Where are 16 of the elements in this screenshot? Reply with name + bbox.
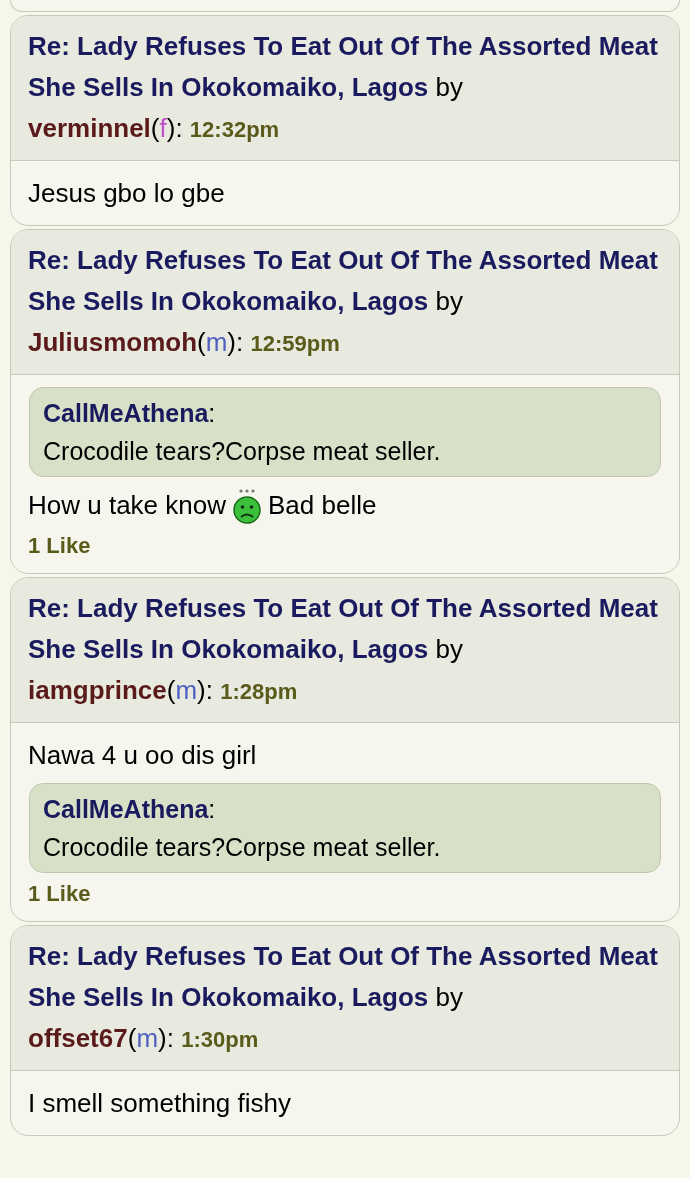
quote-text: Crocodile tears?Corpse meat seller. [43,436,442,467]
quote-author: CallMeAthena: [43,398,216,429]
post-text: Jesus gbo lo gbe [28,177,225,210]
confused-face-icon [232,487,262,525]
post-text: I smell something fishy [28,1087,291,1120]
post-text: How u take know [28,489,226,522]
post-text: Nawa 4 u oo dis girl [28,739,257,772]
post-header: Re: Lady Refuses To Eat Out Of The Assorted Meat She Sells In Okokomaiko, Lagos by verminnel(f): 12:32pm [11,16,679,161]
post-text: Bad belle [268,489,377,522]
quote-text: Crocodile tears?Corpse meat seller. [43,832,442,863]
like-count[interactable]: 1 Like [28,881,91,906]
like-count[interactable]: 1 Like [28,533,91,558]
post-header: Re: Lady Refuses To Eat Out Of The Assorted Meat She Sells In Okokomaiko, Lagos by Juliusmomoh(m): 12:59pm [11,230,679,375]
post-header: Re: Lady Refuses To Eat Out Of The Assorted Meat She Sells In Okokomaiko, Lagos by iamgprince(m): 1:28pm [11,578,679,723]
post-header: Re: Lady Refuses To Eat Out Of The Assorted Meat She Sells In Okokomaiko, Lagos by offset67(m): 1:30pm [11,926,679,1071]
quote-author: CallMeAthena: [43,794,216,825]
